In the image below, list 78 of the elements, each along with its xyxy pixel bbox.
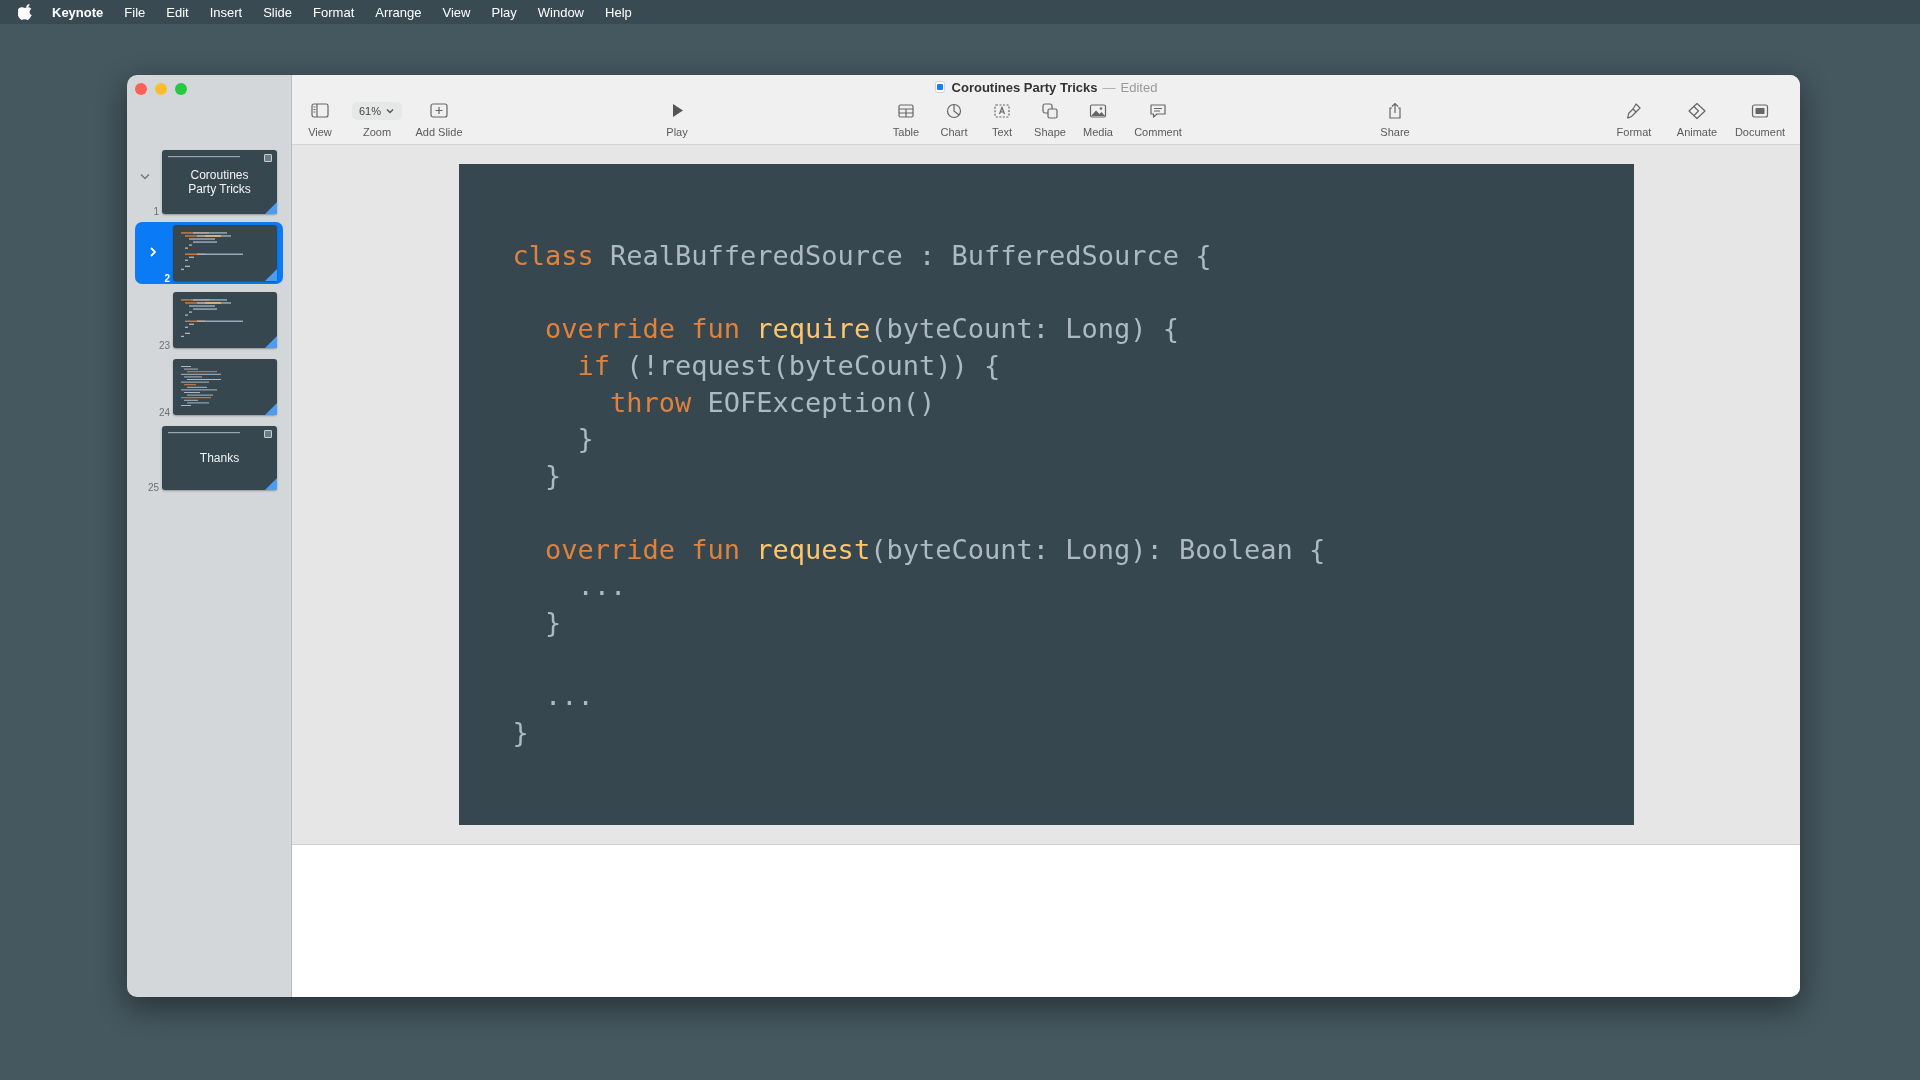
animate-button[interactable]: Animate xyxy=(1667,99,1727,138)
code-line: ... xyxy=(544,679,595,714)
caret-icon xyxy=(385,107,395,115)
code-line: class RealBufferedSource : BufferedSource { xyxy=(512,239,1213,273)
caption-line-drawing xyxy=(168,431,240,434)
share-button[interactable]: Share xyxy=(1370,99,1420,138)
slide-number: 2 xyxy=(164,273,170,284)
menu-item[interactable]: View xyxy=(442,4,471,20)
add-slide-icon xyxy=(429,101,449,121)
menu-item[interactable]: Insert xyxy=(209,4,243,20)
zoom-button[interactable]: 61% Zoom xyxy=(347,99,407,138)
apple-icon xyxy=(18,4,32,20)
table-icon xyxy=(896,101,916,121)
corner-fold-icon xyxy=(265,202,277,214)
menu-item[interactable]: Arrange xyxy=(375,4,422,20)
menu-item[interactable]: Edit xyxy=(166,4,189,20)
shapes-icon xyxy=(1040,101,1060,121)
view-button[interactable]: View xyxy=(295,99,345,138)
corner-fold-icon xyxy=(265,403,277,415)
edited-status: Edited xyxy=(1120,79,1158,95)
code-line: } xyxy=(576,422,595,457)
text-box-icon xyxy=(992,101,1012,121)
document-button[interactable]: Document xyxy=(1730,99,1790,138)
chart-button[interactable]: Chart xyxy=(931,99,977,138)
code-line: override fun require(byteCount: Long) { xyxy=(544,312,1180,347)
title-separator: — xyxy=(1102,79,1116,95)
slide-navigator-item[interactable]: 24 xyxy=(135,356,283,418)
window-title: Coroutines Party Tricks xyxy=(951,79,1098,95)
pie-chart-icon xyxy=(944,101,964,121)
square-icon xyxy=(264,154,272,162)
code-line: } xyxy=(512,715,530,750)
code-line: override fun request(byteCount: Long): Boolean { xyxy=(544,532,1327,567)
menu-item[interactable]: Window xyxy=(537,4,584,20)
code-line: } xyxy=(544,605,563,640)
table-button[interactable]: Table xyxy=(883,99,929,138)
menu-item[interactable]: Format xyxy=(313,4,355,20)
corner-fold-icon xyxy=(265,336,277,348)
slide-number: 1 xyxy=(153,206,159,217)
thumbnail-title: Coroutines Party Tricks xyxy=(187,168,252,196)
square-icon xyxy=(264,430,272,438)
code-line: ... xyxy=(576,569,628,604)
corner-fold-icon xyxy=(265,478,277,490)
add-slide-button[interactable]: Add Slide xyxy=(409,99,469,138)
media-button[interactable]: Media xyxy=(1075,99,1121,138)
code-line: if (!request(byteCount)) { xyxy=(576,349,1002,384)
shape-button[interactable]: Shape xyxy=(1027,99,1073,138)
menu-item[interactable]: Slide xyxy=(263,4,293,20)
slide-number: 25 xyxy=(147,482,159,493)
minimize-button[interactable] xyxy=(155,83,167,95)
image-icon xyxy=(1088,101,1108,121)
menu-item[interactable]: Play xyxy=(491,4,517,20)
format-button[interactable]: Format xyxy=(1604,99,1664,138)
sidebar-icon xyxy=(310,101,330,121)
text-button[interactable]: Text xyxy=(979,99,1025,138)
speech-bubble-icon xyxy=(1148,101,1168,121)
corner-fold-icon xyxy=(265,269,277,281)
caption-line-drawing xyxy=(168,155,240,158)
zoom-window-button[interactable] xyxy=(175,83,187,95)
slide-navigator-item[interactable]: 1 Coroutines Party Tricks xyxy=(135,147,283,217)
close-button[interactable] xyxy=(135,83,147,95)
play-button[interactable]: Play xyxy=(652,99,702,138)
document-icon xyxy=(934,81,945,93)
code-line: throw EOFException() xyxy=(609,385,937,420)
thumbnail-title: Thanks xyxy=(198,451,241,465)
slide-navigator-item[interactable]: 23 xyxy=(135,289,283,351)
slide-navigator-item[interactable]: 25 Thanks xyxy=(135,423,283,493)
slide-number: 23 xyxy=(158,340,170,351)
slide-number: 24 xyxy=(158,407,170,418)
zoom-field[interactable]: 61% xyxy=(352,102,402,120)
menu-item[interactable]: Help xyxy=(605,4,632,20)
menu-item[interactable]: File xyxy=(124,4,146,20)
comment-button[interactable]: Comment xyxy=(1123,99,1193,138)
app-menu[interactable]: Keynote xyxy=(52,4,104,20)
code-line: } xyxy=(544,459,563,494)
diamond-icon xyxy=(1687,101,1707,121)
document-icon xyxy=(1750,101,1770,121)
chevron-icon[interactable] xyxy=(147,246,159,258)
slide-navigator-item[interactable]: 2 xyxy=(135,222,283,284)
